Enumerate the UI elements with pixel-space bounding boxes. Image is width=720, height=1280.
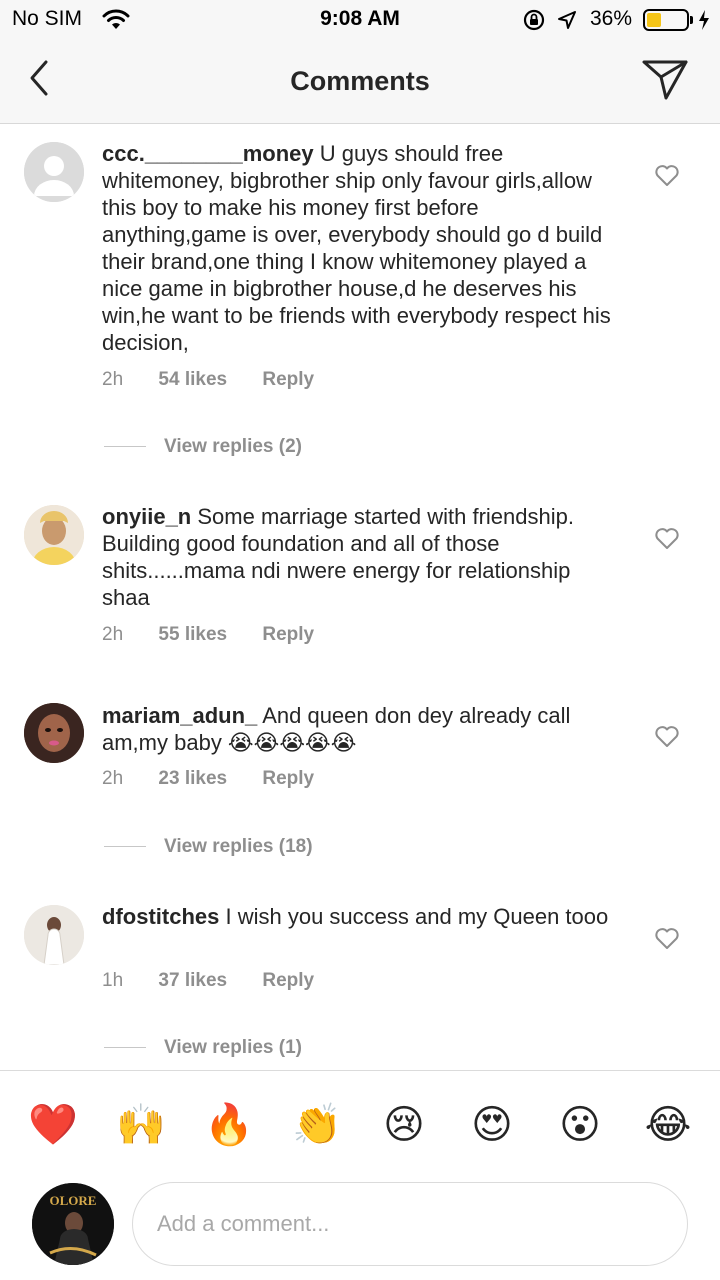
like-count[interactable]: 55 likes — [158, 624, 227, 645]
status-bar: No SIM 9:08 AM 36% — [0, 0, 720, 40]
comment-time: 2h — [102, 768, 124, 789]
reply-button[interactable]: Reply — [262, 768, 314, 789]
default-avatar-icon — [24, 142, 84, 202]
avatar[interactable] — [24, 905, 84, 965]
raising-hands-emoji-button[interactable]: 🙌 — [116, 1101, 166, 1149]
page-title: Comments — [290, 66, 430, 96]
clapping-emoji-button[interactable]: 👏 — [292, 1101, 342, 1149]
view-replies-button[interactable]: View replies (2) — [104, 436, 302, 458]
like-count[interactable]: 23 likes — [158, 768, 227, 789]
battery-percent: 36% — [590, 7, 633, 30]
fire-emoji-button[interactable]: 🔥 — [204, 1101, 254, 1149]
user-photo — [24, 905, 84, 965]
comment-text: I wish you success and my Queen tooo — [225, 904, 609, 929]
like-heart-icon[interactable] — [654, 725, 680, 749]
user-photo — [24, 703, 84, 763]
laughing-emoji-button[interactable]: 😂 — [644, 1101, 692, 1149]
comment-username[interactable]: mariam_adun_ — [102, 703, 257, 728]
comment-body: dfostitches I wish you success and my Qu… — [102, 903, 622, 930]
profile-photo: OLORE — [32, 1183, 114, 1265]
user-photo — [24, 505, 84, 565]
comment-username[interactable]: dfostitches — [102, 904, 219, 929]
quick-reaction-bar: ❤️ 🙌 🔥 👏 😢 😍 😮 😂 — [0, 1070, 720, 1180]
battery-level — [647, 13, 661, 27]
paper-plane-icon[interactable] — [640, 56, 690, 102]
comment-input[interactable] — [132, 1182, 688, 1266]
view-replies-label: View replies (2) — [164, 436, 302, 457]
comment-time: 2h — [102, 624, 124, 645]
comment-body: mariam_adun_ And queen don dey already c… — [102, 702, 622, 756]
like-heart-icon[interactable] — [654, 164, 680, 188]
like-heart-icon[interactable] — [654, 927, 680, 951]
comment-body: ccc.________money U guys should free whi… — [102, 140, 622, 356]
current-user-avatar[interactable]: OLORE — [32, 1183, 114, 1265]
comment-username[interactable]: onyiie_n — [102, 504, 191, 529]
like-count[interactable]: 37 likes — [158, 970, 227, 991]
location-icon — [558, 11, 576, 29]
view-replies-button[interactable]: View replies (18) — [104, 836, 313, 858]
comment-time: 2h — [102, 369, 124, 390]
comment-body: onyiie_n Some marriage started with frie… — [102, 503, 622, 611]
divider — [104, 446, 146, 448]
comment-time: 1h — [102, 970, 124, 991]
like-heart-icon[interactable] — [654, 527, 680, 551]
battery-icon — [643, 9, 689, 31]
view-replies-button[interactable]: View replies (1) — [104, 1037, 302, 1059]
comment-meta: 2h 23 likes Reply — [102, 768, 344, 790]
avatar-logo-text: OLORE — [50, 1193, 97, 1208]
comment-username[interactable]: ccc.________money — [102, 141, 314, 166]
avatar[interactable] — [24, 142, 84, 202]
avatar[interactable] — [24, 703, 84, 763]
heart-emoji-button[interactable]: ❤️ — [28, 1101, 78, 1149]
comment-meta: 1h 37 likes Reply — [102, 970, 344, 992]
comment-meta: 2h 55 likes Reply — [102, 624, 344, 646]
divider — [104, 1047, 146, 1049]
comment-meta: 2h 54 likes Reply — [102, 369, 344, 391]
orientation-lock-icon — [523, 9, 545, 31]
heart-eyes-emoji-button[interactable]: 😍 — [468, 1101, 516, 1149]
like-count[interactable]: 54 likes — [158, 369, 227, 390]
divider — [104, 846, 146, 848]
comment-composer: OLORE — [0, 1180, 720, 1280]
avatar[interactable] — [24, 505, 84, 565]
comment-list[interactable]: ccc.________money U guys should free whi… — [0, 125, 720, 1070]
reply-button[interactable]: Reply — [262, 624, 314, 645]
crying-emoji-button[interactable]: 😢 — [380, 1101, 428, 1149]
comment-text: U guys should free whitemoney, bigbrothe… — [102, 141, 611, 355]
view-replies-label: View replies (18) — [164, 836, 313, 857]
surprised-emoji-button[interactable]: 😮 — [556, 1101, 604, 1149]
reply-button[interactable]: Reply — [262, 970, 314, 991]
reply-button[interactable]: Reply — [262, 369, 314, 390]
view-replies-label: View replies (1) — [164, 1037, 302, 1058]
header: Comments — [0, 40, 720, 124]
charging-icon — [699, 10, 709, 30]
battery-tip — [690, 16, 693, 24]
